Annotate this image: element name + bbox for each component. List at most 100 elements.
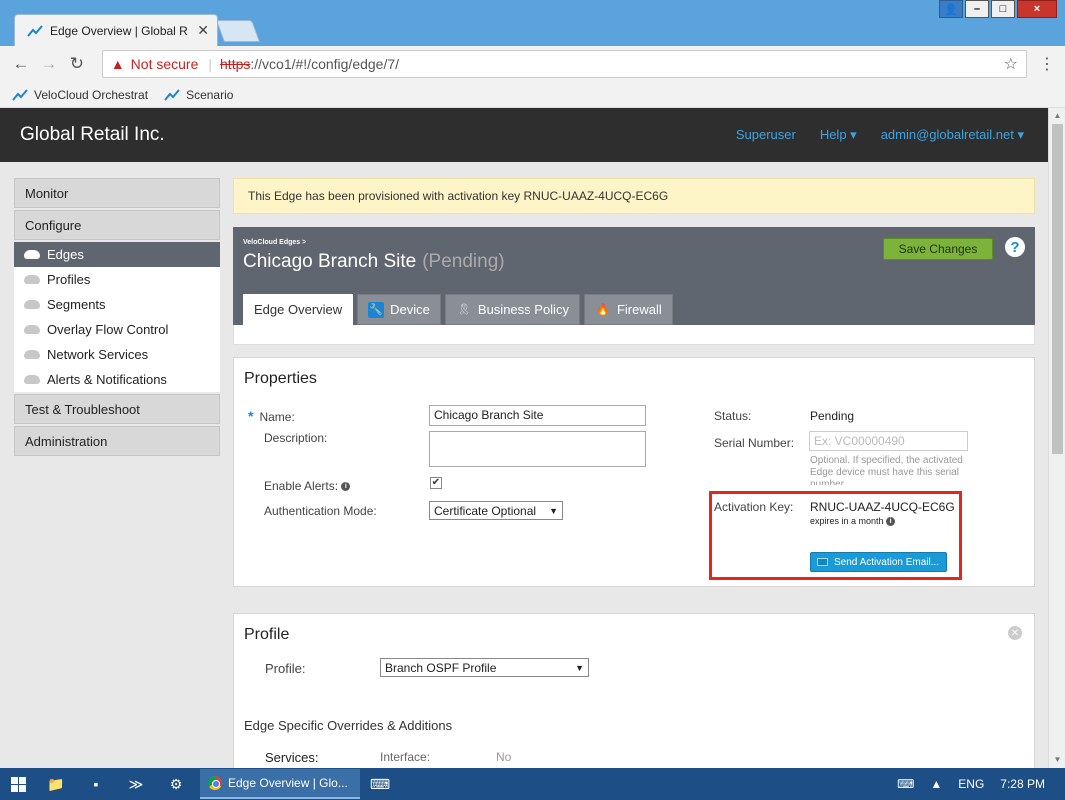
tab-edge-overview[interactable]: Edge Overview — [243, 294, 354, 325]
enable-alerts-label: Enable Alerts: i — [264, 479, 351, 493]
sidebar-configure-items: Edges Profiles Segments Overlay Flow Con… — [14, 242, 220, 392]
superuser-link[interactable]: Superuser — [736, 127, 796, 143]
serial-number-input[interactable]: Ex: VC00000490 — [809, 431, 968, 451]
sidebar-item-alerts-notifications[interactable]: Alerts & Notifications — [14, 367, 220, 392]
description-textarea[interactable] — [429, 431, 646, 467]
maximize-button[interactable]: □ — [991, 0, 1015, 18]
info-icon[interactable]: i — [341, 482, 351, 492]
keyboard-app-icon[interactable]: ⌨ — [360, 768, 400, 800]
bookmark-scenario[interactable]: Scenario — [164, 88, 233, 102]
page-title: Chicago Branch Site (Pending) — [243, 251, 505, 273]
new-tab-button[interactable] — [215, 20, 261, 42]
language-indicator[interactable]: ENG — [958, 777, 984, 791]
authentication-mode-select[interactable]: Certificate Optional ▼ — [429, 501, 563, 520]
main-content: This Edge has been provisioned with acti… — [233, 178, 1035, 768]
page-scrollbar[interactable]: ▲ ▼ — [1048, 108, 1065, 768]
tray-expand-icon[interactable]: ▲ — [930, 777, 942, 791]
sidebar-item-label: Network Services — [47, 347, 149, 362]
serial-number-label: Serial Number: — [714, 436, 795, 450]
url-scheme: https — [220, 56, 251, 72]
edge-name: Chicago Branch Site — [243, 251, 417, 272]
scroll-thumb[interactable] — [1052, 124, 1063, 454]
keyboard-icon[interactable]: ⌨ — [897, 777, 914, 791]
cloud-icon — [24, 350, 40, 359]
name-input[interactable]: Chicago Branch Site — [429, 405, 646, 426]
tab-business-policy[interactable]: 🎗 Business Policy — [444, 294, 580, 325]
minimize-button[interactable]: – — [965, 0, 989, 18]
tab-label: Device — [390, 302, 430, 317]
app-header: Global Retail Inc. Superuser Help ▾ admi… — [0, 108, 1048, 162]
tab-label: Business Policy — [477, 302, 569, 317]
scroll-up-icon[interactable]: ▲ — [1049, 108, 1065, 124]
tab-strip: Edge Overview | Global R ✕ 👤 – □ × — [0, 0, 1065, 46]
clock[interactable]: 7:28 PM — [1000, 777, 1045, 791]
edge-tabs: Edge Overview 🔧 Device 🎗 Business Policy 🔥… — [243, 294, 673, 325]
bookmark-velocloud[interactable]: VeloCloud Orchestrat — [12, 88, 148, 102]
forward-icon[interactable]: → — [38, 54, 60, 74]
help-menu[interactable]: Help ▾ — [820, 127, 857, 143]
help-icon[interactable]: ? — [1005, 237, 1025, 257]
user-icon[interactable]: 👤 — [939, 0, 963, 18]
bookmarks-bar: VeloCloud Orchestrat Scenario — [0, 82, 1065, 108]
chevron-down-icon: ▼ — [575, 662, 584, 673]
tab-panel-top — [233, 325, 1035, 345]
sidebar-item-profiles[interactable]: Profiles — [14, 267, 220, 292]
sidebar-group-configure[interactable]: Configure — [14, 210, 220, 240]
sidebar-item-edges[interactable]: Edges — [14, 242, 220, 267]
flame-icon: 🔥 — [596, 304, 610, 316]
velocloud-favicon-icon — [27, 24, 43, 37]
close-window-button[interactable]: × — [1017, 0, 1057, 18]
sidebar-item-overlay-flow-control[interactable]: Overlay Flow Control — [14, 317, 220, 342]
back-icon[interactable]: ← — [10, 54, 32, 74]
sidebar-item-network-services[interactable]: Network Services — [14, 342, 220, 367]
omnibox-separator: | — [208, 56, 213, 72]
tab-label: Firewall — [616, 302, 662, 317]
properties-heading: Properties — [244, 370, 317, 387]
cloud-icon — [24, 275, 40, 284]
scroll-down-icon[interactable]: ▼ — [1049, 752, 1065, 768]
tab-device[interactable]: 🔧 Device — [357, 294, 441, 325]
network-tool-icon[interactable]: ⚙ — [156, 768, 196, 800]
account-menu[interactable]: admin@globalretail.net ▾ — [881, 127, 1024, 143]
sidebar-item-label: Profiles — [47, 272, 91, 287]
reload-icon[interactable]: ↻ — [66, 54, 88, 74]
file-explorer-icon[interactable]: 📁 — [36, 768, 76, 800]
profile-heading: Profile — [244, 626, 290, 643]
status-label: Status: — [714, 409, 752, 423]
command-prompt-icon[interactable]: ▪ — [76, 768, 116, 800]
start-button[interactable] — [0, 768, 36, 800]
cloud-icon — [24, 300, 40, 309]
warning-icon[interactable]: ▲ — [111, 56, 125, 72]
security-label[interactable]: Not secure — [131, 56, 199, 72]
bookmark-star-icon[interactable]: ☆ — [1004, 54, 1018, 74]
menu-dots-icon[interactable]: ⋮ — [1039, 54, 1055, 74]
address-bar[interactable]: ▲ Not secure | https ://vco1/#!/config/e… — [101, 50, 1028, 78]
browser-toolbar: ← → ↻ ▲ Not secure | https ://vco1/#!/co… — [0, 46, 1065, 82]
close-tab-icon[interactable]: ✕ — [197, 22, 209, 39]
serial-number-hint: Optional. If specified, the activated Ed… — [810, 455, 963, 485]
header-nav: Superuser Help ▾ admin@globalretail.net … — [736, 127, 1048, 143]
save-changes-button[interactable]: Save Changes — [883, 238, 993, 260]
velocloud-favicon-icon — [164, 88, 180, 101]
properties-card: Properties * Name: Chicago Branch Site De… — [233, 357, 1035, 587]
required-asterisk-icon: * — [248, 408, 254, 424]
sidebar-group-test-troubleshoot[interactable]: Test & Troubleshoot — [14, 394, 220, 424]
url-path: ://vco1/#!/config/edge/7/ — [250, 56, 400, 72]
sidebar-item-label: Alerts & Notifications — [47, 372, 167, 387]
tab-title: Edge Overview | Global R — [50, 23, 188, 38]
powershell-icon[interactable]: ≫ — [116, 768, 156, 800]
sidebar-group-administration[interactable]: Administration — [14, 426, 220, 456]
collapse-icon[interactable]: ✕ — [1008, 626, 1022, 640]
bookmark-label: VeloCloud Orchestrat — [34, 87, 149, 102]
enable-alerts-checkbox[interactable]: ✔ — [430, 477, 442, 489]
taskbar-chrome-app[interactable]: Edge Overview | Glo... — [200, 769, 360, 799]
browser-tab[interactable]: Edge Overview | Global R ✕ — [14, 14, 218, 46]
chrome-icon — [208, 776, 222, 790]
sidebar-item-segments[interactable]: Segments — [14, 292, 220, 317]
chevron-down-icon: ▼ — [549, 505, 558, 516]
breadcrumb[interactable]: VeloCloud Edges > — [243, 239, 306, 246]
profile-select[interactable]: Branch OSPF Profile ▼ — [380, 658, 589, 677]
tab-firewall[interactable]: 🔥 Firewall — [583, 294, 673, 325]
edge-status-suffix: (Pending) — [422, 251, 505, 272]
sidebar-group-monitor[interactable]: Monitor — [14, 178, 220, 208]
